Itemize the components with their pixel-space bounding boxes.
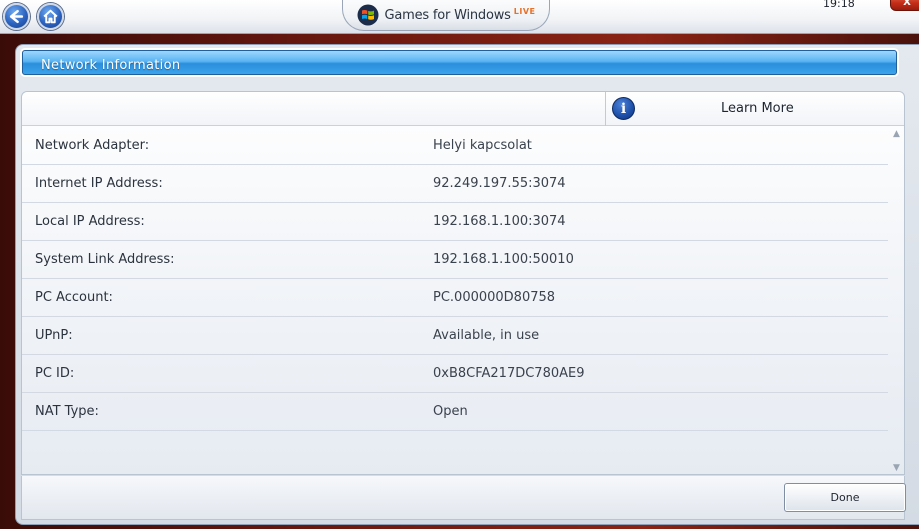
windows-logo-icon — [357, 4, 378, 26]
row-network-adapter: Network Adapter: Helyi kapcsolat — [22, 127, 888, 165]
panel-title: Network Information — [41, 58, 181, 73]
row-label: Network Adapter: — [35, 138, 150, 153]
home-button[interactable] — [37, 3, 64, 30]
learn-more-button[interactable]: i Learn More — [605, 92, 904, 126]
row-value: PC.000000D80758 — [433, 290, 556, 305]
clock: 19:18 — [823, 0, 855, 10]
brand-text: Games for Windows — [384, 7, 511, 23]
row-internet-ip-address: Internet IP Address: 92.249.197.55:3074 — [22, 165, 888, 203]
row-label: PC ID: — [35, 366, 75, 381]
panel-footer: Done — [21, 476, 906, 520]
scroll-down-arrow-icon[interactable]: ▼ — [891, 463, 902, 473]
row-upnp: UPnP: Available, in use — [22, 317, 888, 355]
top-bar: Games for Windows LIVE 19:18 X — [0, 0, 919, 34]
row-value: 192.168.1.100:3074 — [433, 214, 566, 229]
row-system-link-address: System Link Address: 192.168.1.100:50010 — [22, 241, 888, 279]
row-pc-id: PC ID: 0xB8CFA217DC780AE9 — [22, 355, 888, 393]
home-icon — [43, 9, 58, 24]
done-button[interactable]: Done — [784, 483, 906, 512]
network-info-list: Network Adapter: Helyi kapcsolat Interne… — [22, 127, 888, 431]
toolbar: i Learn More — [22, 92, 904, 126]
back-button[interactable] — [3, 3, 30, 30]
info-icon: i — [612, 97, 635, 120]
panel-header: Network Information — [22, 50, 897, 75]
row-value: Available, in use — [433, 328, 540, 343]
row-value: 92.249.197.55:3074 — [433, 176, 566, 191]
close-button[interactable]: X — [890, 0, 919, 11]
row-label: System Link Address: — [35, 252, 175, 267]
learn-more-label: Learn More — [721, 101, 794, 116]
content-area: i Learn More Network Adapter: Helyi kapc… — [21, 91, 905, 475]
row-label: NAT Type: — [35, 404, 99, 419]
scrollbar[interactable]: ▲ ▼ — [889, 127, 904, 475]
row-pc-account: PC Account: PC.000000D80758 — [22, 279, 888, 317]
row-value: 192.168.1.100:50010 — [433, 252, 574, 267]
row-nat-type: NAT Type: Open — [22, 393, 888, 431]
row-value: Open — [433, 404, 468, 419]
row-value: 0xB8CFA217DC780AE9 — [433, 366, 585, 381]
row-label: UPnP: — [35, 328, 73, 343]
row-value: Helyi kapcsolat — [433, 138, 532, 153]
back-arrow-icon — [9, 9, 24, 24]
row-label: Local IP Address: — [35, 214, 145, 229]
row-label: Internet IP Address: — [35, 176, 163, 191]
row-label: PC Account: — [35, 290, 113, 305]
brand-live-badge: LIVE — [513, 6, 536, 16]
row-local-ip-address: Local IP Address: 192.168.1.100:3074 — [22, 203, 888, 241]
scroll-up-arrow-icon[interactable]: ▲ — [891, 129, 902, 139]
games-for-windows-live-tab[interactable]: Games for Windows LIVE — [342, 0, 550, 31]
network-information-panel: Network Information i Learn More Network… — [15, 44, 919, 525]
